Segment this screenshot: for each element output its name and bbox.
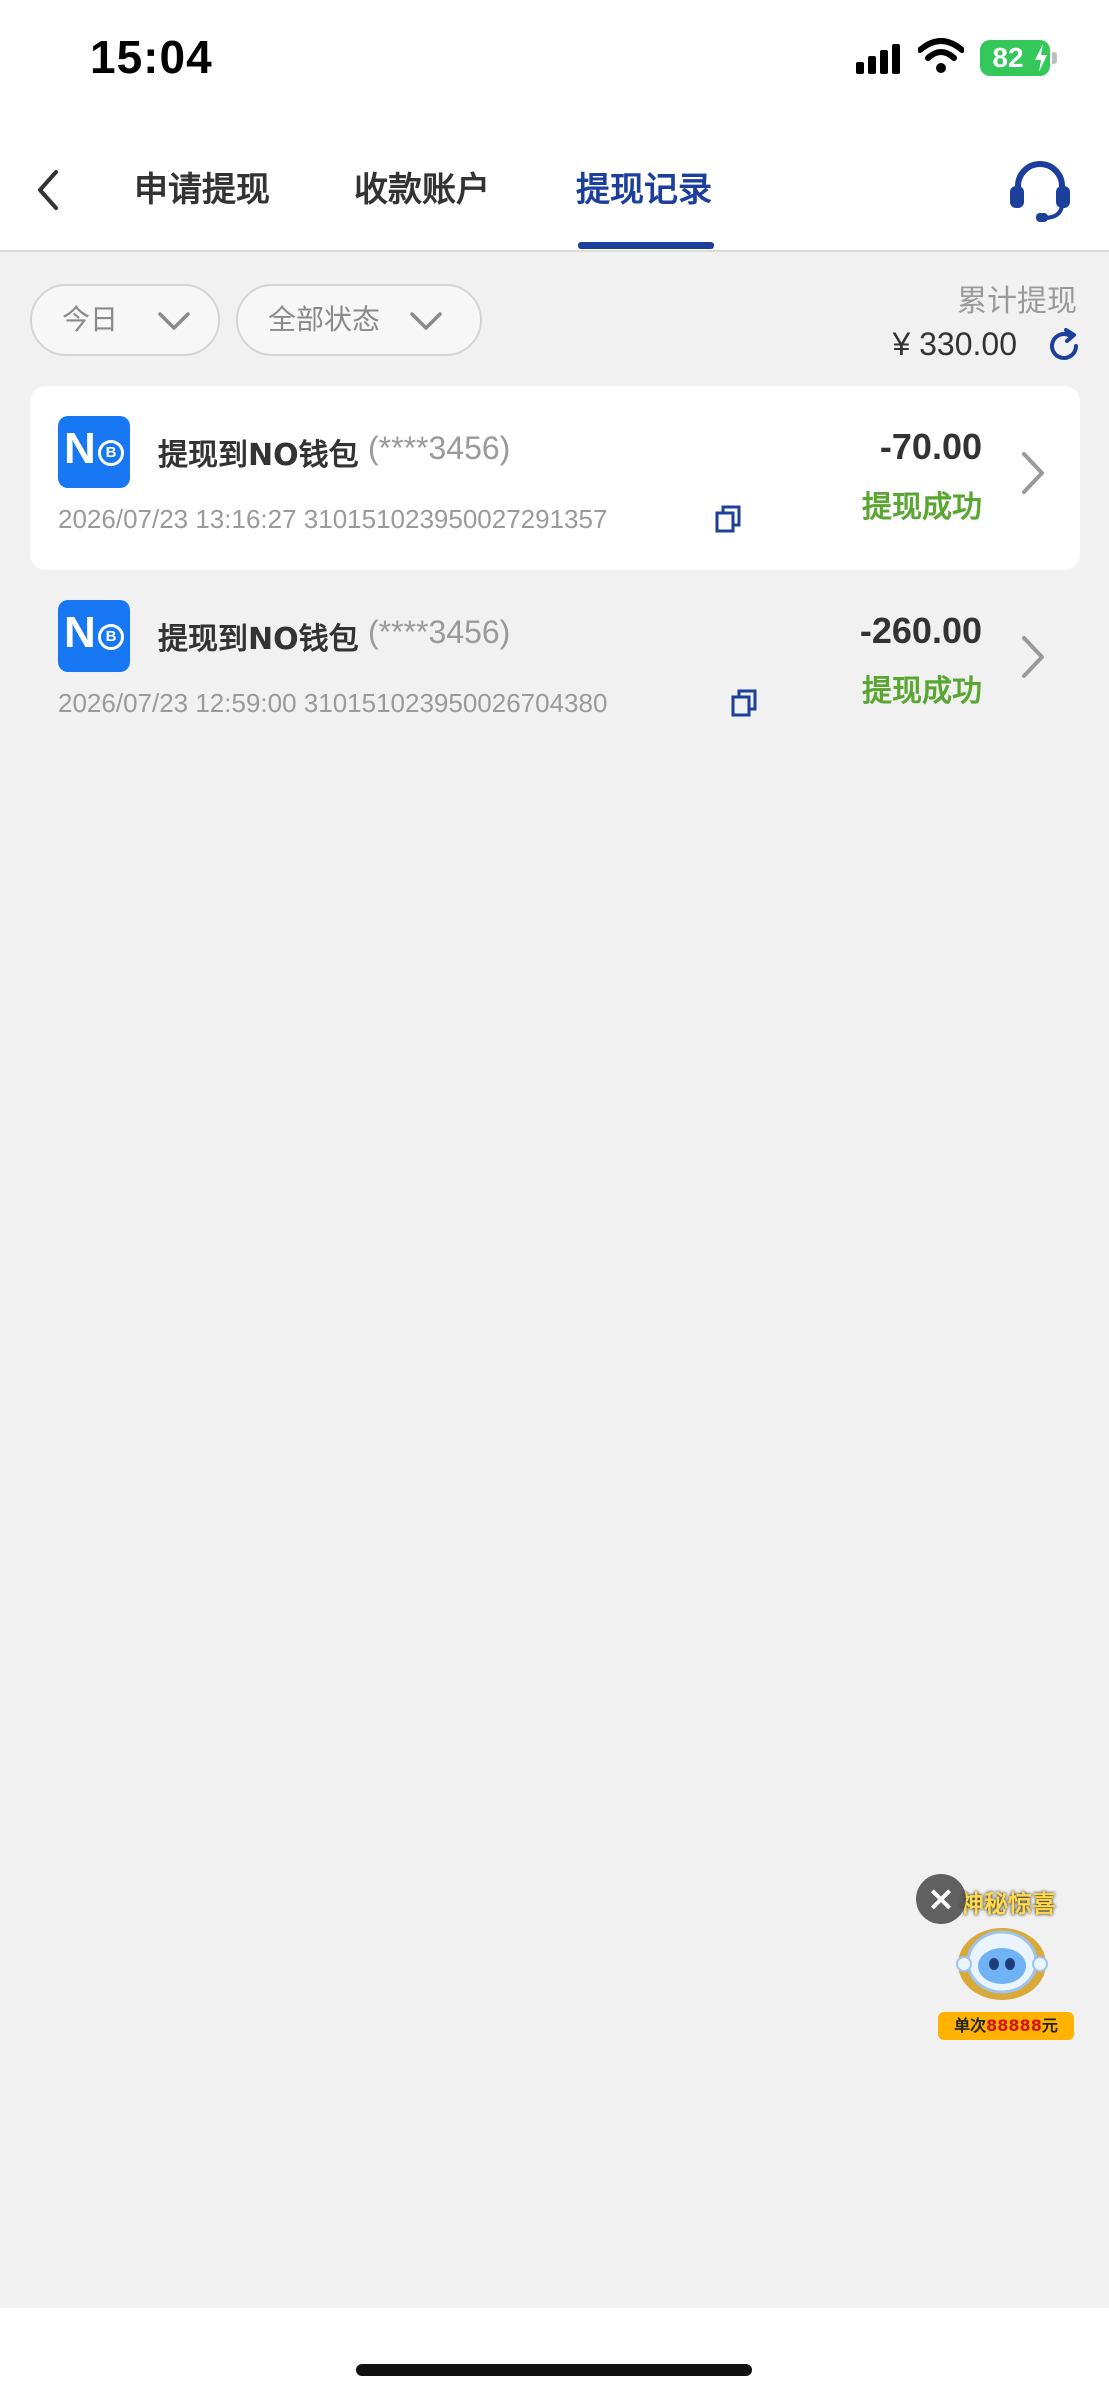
promo-title: 神秘惊喜 [960, 1890, 1056, 1918]
battery-level: 82 [992, 42, 1024, 73]
chevron-down-icon [410, 312, 442, 330]
record-account-mask: (****3456) [368, 614, 511, 650]
date-filter-label: 今日 [62, 303, 119, 336]
active-tab-indicator [578, 242, 714, 249]
withdraw-record-item[interactable]: N B 提现到NO钱包 (****3456) 2026/07/23 13:16:… [30, 386, 1080, 570]
battery-cap [1052, 52, 1057, 64]
date-filter-dropdown[interactable]: 今日 [30, 284, 220, 356]
logo-letter: N [64, 424, 96, 473]
total-withdraw-label: 累计提现 [957, 284, 1077, 319]
record-time-and-id: 2026/07/23 12:59:00 31015102395002670438… [58, 688, 608, 718]
cellular-signal-icon [856, 44, 902, 74]
total-withdraw-value: ¥ 330.00 [892, 326, 1017, 362]
charging-bolt-icon [1035, 44, 1047, 72]
status-time: 15:04 [90, 31, 213, 83]
chevron-down-icon [158, 312, 190, 330]
record-title: 提现到NO钱包 [158, 622, 359, 657]
promo-badge-prefix: 单次 [954, 2016, 987, 2035]
robot-mascot-icon [956, 1928, 1048, 2000]
close-icon[interactable]: × [916, 1874, 966, 1924]
tab-payment-account[interactable]: 收款账户 [354, 160, 490, 220]
status-filter-label: 全部状态 [268, 303, 381, 336]
record-account-mask: (****3456) [368, 430, 511, 466]
no-wallet-logo: N B [58, 416, 130, 488]
record-amount: -260.00 [859, 610, 982, 651]
bottom-safe-area [0, 2308, 1109, 2400]
logo-badge: B [98, 624, 124, 650]
record-title: 提现到NO钱包 [158, 438, 359, 473]
no-wallet-logo: N B [58, 600, 130, 672]
home-indicator[interactable] [356, 2364, 752, 2376]
logo-letter: N [64, 608, 96, 657]
wifi-icon [918, 38, 964, 73]
promo-badge-suffix: 元 [1041, 2016, 1058, 2035]
refresh-icon[interactable] [1046, 328, 1082, 364]
tab-withdraw-records[interactable]: 提现记录 [576, 160, 712, 220]
withdraw-record-item[interactable]: N B 提现到NO钱包 (****3456) 2026/07/23 12:59:… [30, 570, 1080, 754]
copy-icon[interactable] [714, 504, 742, 534]
customer-service-icon[interactable] [1006, 156, 1074, 224]
record-time-and-id: 2026/07/23 13:16:27 31015102395002729135… [58, 504, 608, 534]
logo-badge: B [98, 440, 124, 466]
tab-apply-withdraw[interactable]: 申请提现 [134, 160, 270, 220]
chevron-right-icon [1022, 636, 1044, 678]
copy-icon[interactable] [730, 688, 758, 718]
record-status: 提现成功 [862, 674, 982, 709]
promo-badge-amount: 88888 [986, 2016, 1042, 2035]
chevron-right-icon [1022, 452, 1044, 494]
promo-badge: 单次88888元 [938, 2012, 1074, 2040]
nav-header: 申请提现 收款账户 提现记录 [0, 130, 1109, 252]
status-filter-dropdown[interactable]: 全部状态 [236, 284, 482, 356]
status-bar: 15:04 82 [0, 0, 1109, 130]
record-amount: -70.00 [879, 426, 982, 467]
battery-icon: 82 [980, 40, 1057, 76]
record-status: 提现成功 [862, 490, 982, 525]
back-arrow-icon[interactable] [28, 162, 68, 218]
